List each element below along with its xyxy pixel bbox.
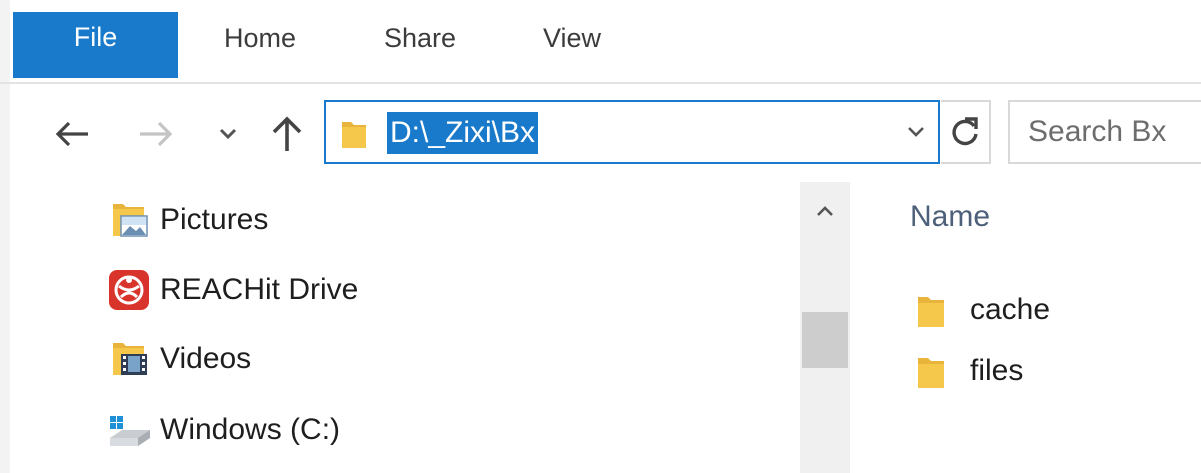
- nav-item-label: Videos: [160, 342, 252, 375]
- recent-locations-button[interactable]: [210, 106, 246, 162]
- file-explorer-window: File Home Share View D:\_Zixi\Bx Search …: [0, 0, 1201, 473]
- tab-share[interactable]: Share: [365, 12, 475, 78]
- column-header-name[interactable]: Name: [910, 200, 990, 234]
- arrow-up-icon: [272, 116, 302, 151]
- pictures-folder-icon: [106, 197, 152, 243]
- windows-drive-icon: [106, 407, 152, 453]
- chevron-up-icon: [817, 206, 833, 216]
- folder-icon: [342, 122, 366, 148]
- scroll-up-button[interactable]: [800, 196, 850, 226]
- navigation-bar: D:\_Zixi\Bx: [0, 84, 1201, 182]
- tab-home[interactable]: Home: [205, 12, 315, 78]
- folder-icon: [916, 290, 948, 330]
- search-input[interactable]: [1028, 102, 1201, 162]
- file-list: Name cache files: [850, 182, 1201, 473]
- chevron-down-icon: [908, 127, 924, 137]
- nav-item-label: Pictures: [160, 203, 269, 236]
- ribbon-tab-bar: File Home Share View: [0, 0, 1201, 84]
- nav-item-pictures[interactable]: Pictures: [106, 192, 268, 248]
- address-path[interactable]: D:\_Zixi\Bx: [387, 112, 539, 154]
- tab-view[interactable]: View: [517, 12, 627, 78]
- file-name: cache: [970, 293, 1051, 326]
- reachit-drive-icon: [106, 267, 152, 313]
- arrow-left-icon: [55, 121, 88, 147]
- refresh-button[interactable]: [941, 100, 991, 164]
- nav-item-label: Windows (C:): [160, 413, 341, 446]
- nav-pane-scrollbar[interactable]: [800, 182, 850, 473]
- videos-folder-icon: [106, 336, 152, 382]
- nav-item-label: REACHit Drive: [160, 273, 359, 306]
- nav-item-windows-c[interactable]: Windows (C:): [106, 402, 340, 458]
- folder-icon: [916, 351, 948, 391]
- nav-item-reachit-drive[interactable]: REACHit Drive: [106, 262, 358, 318]
- chevron-down-icon: [219, 128, 237, 140]
- address-bar[interactable]: D:\_Zixi\Bx: [324, 100, 940, 164]
- navigation-pane: Pictures REACHit Drive Videos Windows (C…: [10, 182, 800, 473]
- file-row-files[interactable]: files: [916, 346, 1023, 396]
- refresh-icon: [952, 117, 978, 146]
- back-button[interactable]: [48, 106, 96, 162]
- file-row-cache[interactable]: cache: [916, 285, 1050, 335]
- address-dropdown-button[interactable]: [900, 116, 932, 148]
- tab-file[interactable]: File: [13, 12, 178, 78]
- forward-button[interactable]: [132, 106, 180, 162]
- scroll-thumb[interactable]: [802, 312, 848, 368]
- search-box[interactable]: [1008, 100, 1201, 164]
- up-button[interactable]: [262, 106, 312, 162]
- file-name: files: [970, 354, 1024, 387]
- nav-item-videos[interactable]: Videos: [106, 331, 251, 387]
- arrow-right-icon: [140, 121, 173, 147]
